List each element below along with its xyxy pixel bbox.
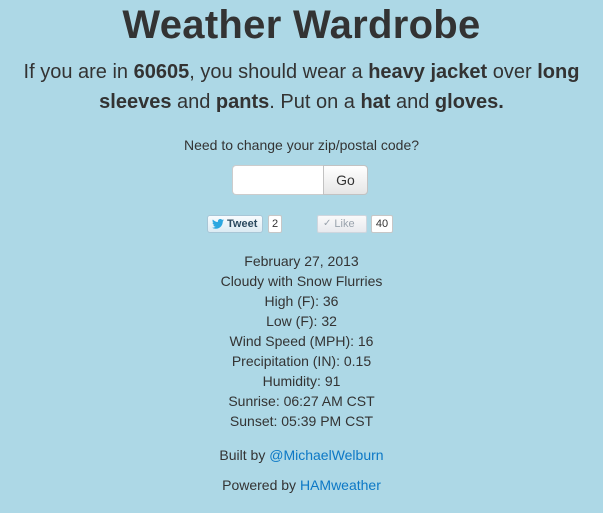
built-by-text: Built by xyxy=(219,447,270,463)
forecast-conditions: Cloudy with Snow Flurries xyxy=(220,273,383,289)
advice-bottom: pants xyxy=(215,91,270,113)
forecast-precipitation: Precipitation (IN): 0.15 xyxy=(231,353,372,369)
tweet-label: Tweet xyxy=(227,218,258,230)
advice-intro: If you are in xyxy=(23,61,134,83)
forecast: February 27, 2013 Cloudy with Snow Flurr… xyxy=(0,251,603,431)
page-title: Weather Wardrobe xyxy=(122,3,481,47)
twitter-bird-icon xyxy=(212,219,224,229)
hamweather-link[interactable]: HAMweather xyxy=(300,477,381,493)
author-link[interactable]: @MichaelWelburn xyxy=(269,447,383,463)
advice-text-2: over xyxy=(487,61,538,83)
checkmark-icon: ✓ xyxy=(323,218,332,229)
advice-outerwear: heavy jacket xyxy=(368,61,488,83)
like-count: 40 xyxy=(371,215,393,233)
forecast-sunset: Sunset: 05:39 PM CST xyxy=(229,413,374,429)
forecast-high: High (F): 36 xyxy=(264,293,339,309)
tweet-button[interactable]: Tweet xyxy=(207,215,263,233)
forecast-wind: Wind Speed (MPH): 16 xyxy=(229,333,374,349)
built-by: Built by @MichaelWelburn xyxy=(0,446,603,464)
advice-text-1: , you should wear a xyxy=(189,61,369,83)
powered-by-text: Powered by xyxy=(222,477,300,493)
clothing-advice: If you are in 60605, you should wear a h… xyxy=(0,57,603,117)
advice-text-4: . Put on a xyxy=(269,91,361,113)
forecast-humidity: Humidity: 91 xyxy=(262,373,341,389)
powered-by: Powered by HAMweather xyxy=(0,476,603,494)
zip-input[interactable] xyxy=(232,165,323,195)
tweet-count: 2 xyxy=(268,215,282,233)
go-button[interactable]: Go xyxy=(323,165,368,195)
zip-form: Go xyxy=(232,165,368,195)
advice-accessory-1: hat xyxy=(360,91,391,113)
forecast-low: Low (F): 32 xyxy=(266,313,337,329)
zip-prompt: Need to change your zip/postal code? xyxy=(183,137,420,153)
like-label: Like xyxy=(334,218,355,230)
advice-text-5: and xyxy=(390,91,435,113)
page: Weather Wardrobe If you are in 60605, yo… xyxy=(0,0,603,513)
forecast-sunrise: Sunrise: 06:27 AM CST xyxy=(228,393,375,409)
advice-zip: 60605 xyxy=(133,61,190,83)
forecast-date: February 27, 2013 xyxy=(244,253,359,269)
advice-text-3: and xyxy=(171,91,216,113)
advice-accessory-2: gloves. xyxy=(434,91,504,113)
like-button[interactable]: ✓ Like xyxy=(317,215,367,233)
